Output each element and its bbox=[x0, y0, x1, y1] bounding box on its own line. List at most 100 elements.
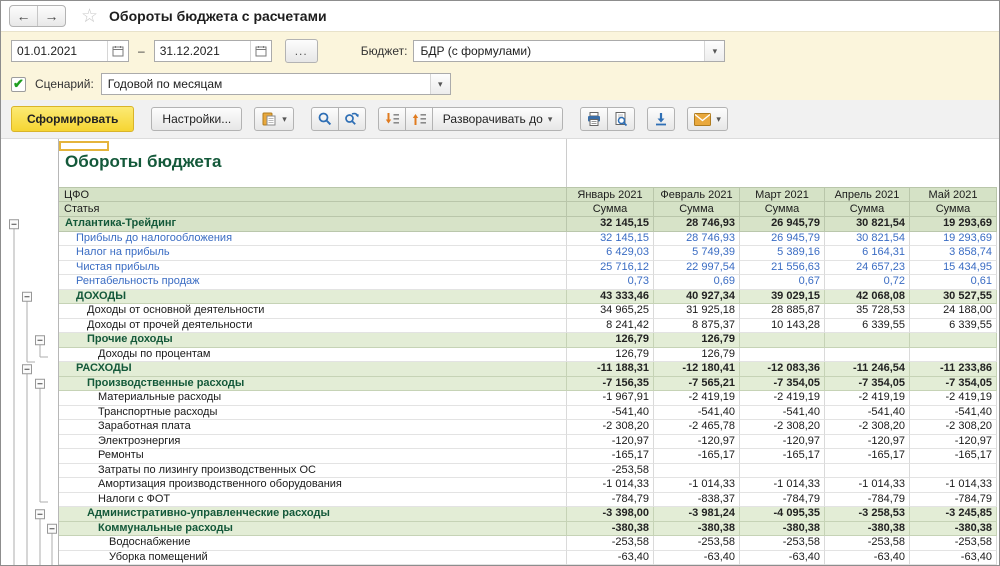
value-cell[interactable]: 0,73 bbox=[567, 275, 654, 290]
amount-header-cell[interactable]: Сумма bbox=[567, 202, 654, 217]
save-file-button[interactable] bbox=[647, 107, 675, 131]
value-cell[interactable]: -11 233,86 bbox=[910, 362, 997, 377]
amount-header-cell[interactable]: Сумма bbox=[740, 202, 825, 217]
value-cell[interactable]: -380,38 bbox=[825, 522, 910, 537]
value-cell[interactable]: -541,40 bbox=[567, 406, 654, 421]
value-cell[interactable]: -7 156,35 bbox=[567, 377, 654, 392]
value-cell[interactable]: 26 945,79 bbox=[740, 217, 825, 232]
month-header-cell[interactable]: Февраль 2021 bbox=[654, 187, 740, 202]
value-cell[interactable]: 22 997,54 bbox=[654, 261, 740, 276]
chevron-down-icon[interactable]: ▾ bbox=[430, 74, 450, 94]
scenario-select[interactable]: Годовой по месяцам ▾ bbox=[101, 73, 451, 95]
value-cell[interactable]: -253,58 bbox=[825, 536, 910, 551]
amount-header-cell[interactable]: Сумма bbox=[825, 202, 910, 217]
value-cell[interactable] bbox=[825, 348, 910, 363]
value-cell[interactable]: -2 308,20 bbox=[910, 420, 997, 435]
collapse-groups-button[interactable] bbox=[378, 107, 406, 131]
value-cell[interactable]: -11 246,54 bbox=[825, 362, 910, 377]
article-header-cell[interactable]: Статья bbox=[59, 202, 567, 217]
value-cell[interactable] bbox=[910, 348, 997, 363]
value-cell[interactable]: -12 083,36 bbox=[740, 362, 825, 377]
row-label-cell[interactable]: Материальные расходы bbox=[59, 391, 567, 406]
value-cell[interactable]: -120,97 bbox=[825, 435, 910, 450]
row-label-cell[interactable]: РАСХОДЫ bbox=[59, 362, 567, 377]
value-cell[interactable] bbox=[740, 464, 825, 479]
row-label-cell[interactable]: Амортизация производственного оборудован… bbox=[59, 478, 567, 493]
row-label-cell[interactable]: Электроэнергия bbox=[59, 435, 567, 450]
value-cell[interactable]: 6 164,31 bbox=[825, 246, 910, 261]
value-cell[interactable] bbox=[825, 333, 910, 348]
calendar-button[interactable] bbox=[107, 41, 128, 61]
value-cell[interactable]: -253,58 bbox=[740, 536, 825, 551]
value-cell[interactable]: 40 927,34 bbox=[654, 290, 740, 305]
row-label-cell[interactable]: Налоги с ФОТ bbox=[59, 493, 567, 508]
value-cell[interactable]: -165,17 bbox=[654, 449, 740, 464]
value-cell[interactable]: 126,79 bbox=[654, 348, 740, 363]
value-cell[interactable]: -1 014,33 bbox=[740, 478, 825, 493]
value-cell[interactable]: 19 293,69 bbox=[910, 232, 997, 247]
value-cell[interactable]: 6 429,03 bbox=[567, 246, 654, 261]
value-cell[interactable]: 126,79 bbox=[567, 333, 654, 348]
amount-header-cell[interactable]: Сумма bbox=[910, 202, 997, 217]
report-title[interactable]: Обороты бюджета bbox=[65, 152, 221, 172]
date-from-field[interactable]: 01.01.2021 bbox=[11, 40, 129, 62]
row-label-cell[interactable]: Атлантика-Трейдинг bbox=[59, 217, 567, 232]
row-label-cell[interactable]: Прочие доходы bbox=[59, 333, 567, 348]
value-cell[interactable]: -4 095,35 bbox=[740, 507, 825, 522]
value-cell[interactable]: 0,67 bbox=[740, 275, 825, 290]
value-cell[interactable]: 6 339,55 bbox=[910, 319, 997, 334]
expand-to-button[interactable]: Разворачивать до ▾ bbox=[432, 107, 564, 131]
value-cell[interactable]: 10 143,28 bbox=[740, 319, 825, 334]
value-cell[interactable]: -253,58 bbox=[654, 536, 740, 551]
value-cell[interactable]: -784,79 bbox=[740, 493, 825, 508]
row-label-cell[interactable]: Прибыль до налогообложения bbox=[59, 232, 567, 247]
value-cell[interactable]: 32 145,15 bbox=[567, 232, 654, 247]
value-cell[interactable]: 42 068,08 bbox=[825, 290, 910, 305]
value-cell[interactable] bbox=[910, 333, 997, 348]
value-cell[interactable]: 6 339,55 bbox=[825, 319, 910, 334]
value-cell[interactable]: 30 821,54 bbox=[825, 232, 910, 247]
row-label-cell[interactable]: Рентабельность продаж bbox=[59, 275, 567, 290]
value-cell[interactable]: -541,40 bbox=[825, 406, 910, 421]
value-cell[interactable]: 43 333,46 bbox=[567, 290, 654, 305]
date-from-value[interactable]: 01.01.2021 bbox=[12, 44, 107, 58]
settings-button[interactable]: Настройки... bbox=[151, 107, 242, 131]
value-cell[interactable]: 126,79 bbox=[654, 333, 740, 348]
date-to-field[interactable]: 31.12.2021 bbox=[154, 40, 272, 62]
send-mail-button[interactable]: ▾ bbox=[687, 107, 728, 131]
value-cell[interactable]: -7 354,05 bbox=[825, 377, 910, 392]
value-cell[interactable]: -3 398,00 bbox=[567, 507, 654, 522]
value-cell[interactable]: 28 746,93 bbox=[654, 217, 740, 232]
value-cell[interactable]: 25 716,12 bbox=[567, 261, 654, 276]
value-cell[interactable]: 0,61 bbox=[910, 275, 997, 290]
budget-select[interactable]: БДР (с формулами) ▾ bbox=[413, 40, 725, 62]
value-cell[interactable]: 34 965,25 bbox=[567, 304, 654, 319]
value-cell[interactable]: -1 014,33 bbox=[567, 478, 654, 493]
month-header-cell[interactable]: Апрель 2021 bbox=[825, 187, 910, 202]
value-cell[interactable]: -63,40 bbox=[740, 551, 825, 566]
value-cell[interactable]: 5 389,16 bbox=[740, 246, 825, 261]
value-cell[interactable]: -7 565,21 bbox=[654, 377, 740, 392]
value-cell[interactable] bbox=[654, 464, 740, 479]
month-header-cell[interactable]: Январь 2021 bbox=[567, 187, 654, 202]
value-cell[interactable]: -2 419,19 bbox=[910, 391, 997, 406]
value-cell[interactable]: 39 029,15 bbox=[740, 290, 825, 305]
row-label-cell[interactable]: Ремонты bbox=[59, 449, 567, 464]
value-cell[interactable]: -11 188,31 bbox=[567, 362, 654, 377]
value-cell[interactable]: 5 749,39 bbox=[654, 246, 740, 261]
period-more-button[interactable]: ... bbox=[285, 39, 318, 63]
row-label-cell[interactable]: Коммунальные расходы bbox=[59, 522, 567, 537]
month-header-cell[interactable]: Март 2021 bbox=[740, 187, 825, 202]
amount-header-cell[interactable]: Сумма bbox=[654, 202, 740, 217]
value-cell[interactable]: -63,40 bbox=[654, 551, 740, 566]
value-cell[interactable]: -120,97 bbox=[567, 435, 654, 450]
value-cell[interactable]: 30 527,55 bbox=[910, 290, 997, 305]
value-cell[interactable]: -7 354,05 bbox=[740, 377, 825, 392]
value-cell[interactable]: -12 180,41 bbox=[654, 362, 740, 377]
value-cell[interactable]: -253,58 bbox=[567, 464, 654, 479]
row-label-cell[interactable]: Административно-управленческие расходы bbox=[59, 507, 567, 522]
value-cell[interactable]: -1 014,33 bbox=[825, 478, 910, 493]
value-cell[interactable]: 19 293,69 bbox=[910, 217, 997, 232]
value-cell[interactable]: 126,79 bbox=[567, 348, 654, 363]
chevron-down-icon[interactable]: ▾ bbox=[704, 41, 724, 61]
